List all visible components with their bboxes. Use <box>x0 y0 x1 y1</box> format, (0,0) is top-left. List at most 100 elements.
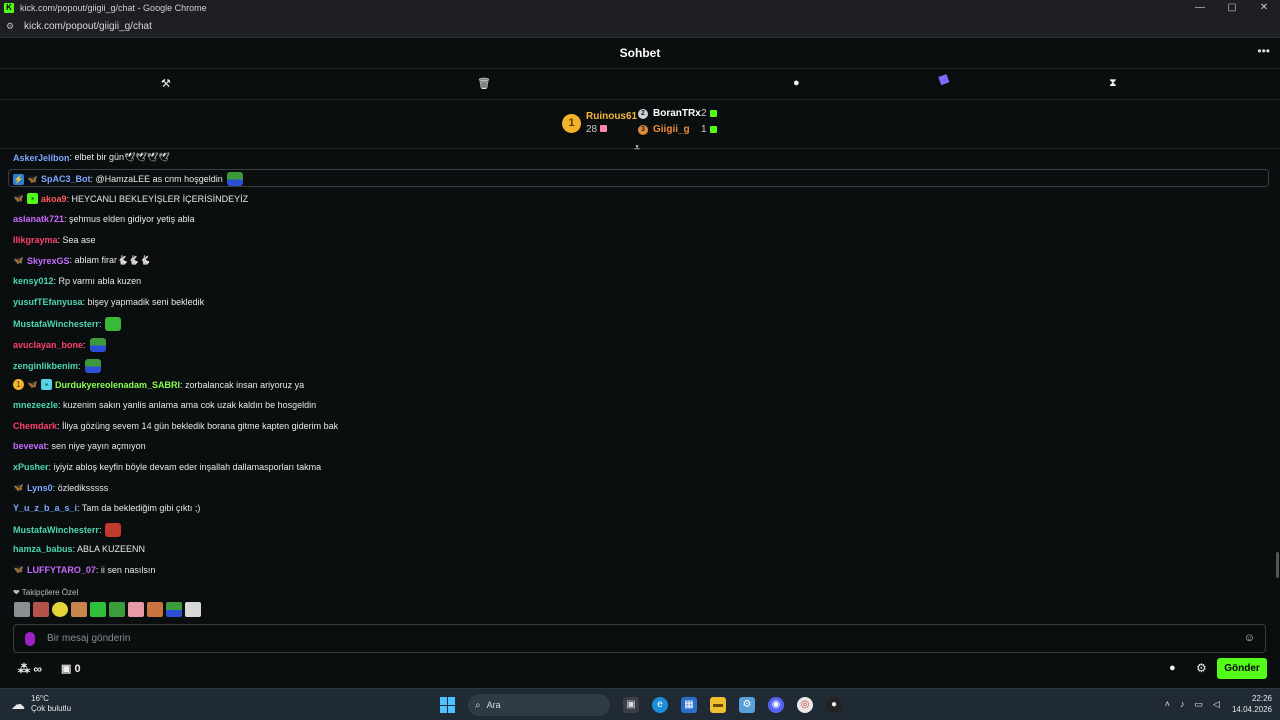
chat-message[interactable]: aslanatk721: şehmus elden gidiyor yetiş … <box>13 214 195 224</box>
clock-time: 22:26 <box>1251 694 1272 703</box>
windows-start-icon[interactable] <box>440 697 456 713</box>
send-button[interactable]: Gönder <box>1217 658 1267 679</box>
chat-message[interactable]: MustafaWinchesterr: <box>13 317 122 331</box>
leaderboard-first[interactable]: 1 Ruinous61 28 <box>562 111 637 135</box>
chevron-up-icon[interactable]: ˄ <box>1165 699 1170 709</box>
points-icon[interactable]: ⁂ ∞ <box>18 662 42 676</box>
chat-message[interactable]: 🦋 LUFFYTARO_07: ii sen nasılsın <box>13 564 156 575</box>
leaderboard-third[interactable]: 3 Giigii_g 1 <box>638 124 717 135</box>
username[interactable]: SpAC3_Bot <box>41 174 91 184</box>
chat-message[interactable]: kensy012: Rp varmı abla kuzen <box>13 276 141 286</box>
slow-mode-hourglass-icon[interactable]: ⧗ <box>1109 77 1117 90</box>
username[interactable]: Ilikgrayma <box>13 235 58 245</box>
chat-scrollbar[interactable] <box>1276 552 1279 578</box>
pepe-emote-icon[interactable] <box>166 602 182 617</box>
username[interactable]: LUFFYTARO_07 <box>27 565 96 575</box>
chat-message[interactable]: Y_u_z_b_a_s_i: Tam da beklediğim gibi çı… <box>13 503 200 513</box>
username[interactable]: SkyrexGS <box>27 256 70 266</box>
edge-icon[interactable]: e <box>652 697 668 713</box>
chat-message[interactable]: AskerJelibon: elbet bir gün🕊🕊🕊🕊 <box>13 152 170 163</box>
chat-message[interactable]: MustafaWinchesterr: <box>13 523 122 537</box>
chat-messages[interactable]: AskerJelibon: elbet bir gün🕊🕊🕊🕊 ⚡ 🦋 SpAC3… <box>0 150 1280 584</box>
pig-emote-icon[interactable] <box>128 602 144 617</box>
chat-message-input[interactable] <box>47 633 1207 644</box>
maximize-button[interactable]: ▢ <box>1216 0 1248 16</box>
dance-emote-icon[interactable] <box>90 602 106 617</box>
chat-message[interactable]: hamza_babus: ABLA KUZEENN <box>13 544 145 554</box>
chat-message[interactable]: yusufTEfanyusa: bişey yapmadik seni bekl… <box>13 297 204 307</box>
chat-message[interactable]: avuclayan_bone: <box>13 338 106 352</box>
network-icon[interactable]: ▭ <box>1195 699 1204 710</box>
task-view-icon[interactable]: ▣ <box>623 697 639 713</box>
discord-icon[interactable]: ◉ <box>768 697 784 713</box>
more-options-icon[interactable]: ••• <box>1257 44 1270 58</box>
address-bar[interactable]: ⚙ kick.com/popout/giigii_g/chat <box>0 16 1280 38</box>
emoji-emote-icon[interactable] <box>52 602 68 617</box>
microphone-icon[interactable] <box>25 631 35 646</box>
username[interactable]: xPusher <box>13 462 49 472</box>
followers-emote-tray <box>14 602 204 617</box>
username[interactable]: Y_u_z_b_a_s_i <box>13 503 77 513</box>
weather-condition: Çok bulutlu <box>31 704 72 713</box>
chat-message[interactable]: Ilikgrayma: Sea ase <box>13 235 96 245</box>
gift-count[interactable]: ▣ 0 <box>61 662 81 675</box>
leaderboard-second[interactable]: 2 BoranTRx 2 <box>638 108 717 119</box>
chat-bubble-icon[interactable]: ● <box>793 77 800 89</box>
face-emote-icon[interactable] <box>33 602 49 617</box>
settings-app-icon[interactable]: ⚙ <box>739 697 755 713</box>
weather-widget[interactable]: ☁ 16°C Çok bulutlu <box>11 694 71 714</box>
username[interactable]: MustafaWinchesterr <box>13 319 99 329</box>
username[interactable]: zenginlikbenim <box>13 361 78 371</box>
url-text[interactable]: kick.com/popout/giigii_g/chat <box>24 21 152 32</box>
username[interactable]: bevevat <box>13 441 47 451</box>
ban-hammer-icon[interactable]: ⚒ <box>161 77 171 90</box>
clock[interactable]: 22:26 14.04.2026 <box>1232 693 1272 715</box>
microphone-tray-icon[interactable]: ♪ <box>1180 699 1185 709</box>
chrome-icon[interactable]: ◎ <box>797 697 813 713</box>
obs-icon[interactable]: ● <box>826 697 842 713</box>
chat-message[interactable]: mnezeezle: kuzenim sakın yanlis anlama a… <box>13 400 316 410</box>
store-icon[interactable]: ▦ <box>681 697 697 713</box>
chat-message[interactable]: zenginlikbenim: <box>13 359 101 373</box>
username[interactable]: AskerJelibon <box>13 153 70 163</box>
username[interactable]: yusufTEfanyusa <box>13 297 83 307</box>
chat-message[interactable]: bevevat: sen niye yayın açmıyon <box>13 441 146 451</box>
volume-icon[interactable]: ◁ <box>1213 699 1220 710</box>
chat-message[interactable]: ⚡ 🦋 SpAC3_Bot: @HamzaLEE as cnm hoşgeldin <box>13 172 243 186</box>
chat-message[interactable]: 🦋 Lyns0: özlediksssss <box>13 482 109 493</box>
chat-message[interactable]: 🦋 ▪ akoa9: HEYCANLI BEKLEYİŞLER İÇERİSİND… <box>13 193 248 204</box>
taskbar-search[interactable]: ⌕ Ara <box>468 694 610 716</box>
username[interactable]: aslanatk721 <box>13 214 64 224</box>
chat-input-box[interactable]: ☺ <box>13 624 1266 653</box>
leaderboard-first-name: Ruinous61 <box>586 111 638 122</box>
username[interactable]: Lyns0 <box>27 483 53 493</box>
girl-emote-icon[interactable] <box>71 602 87 617</box>
site-settings-icon[interactable]: ⚙ <box>6 21 20 32</box>
cat-emote-icon[interactable] <box>14 602 30 617</box>
chat-message[interactable]: 1 🦋 ▪ Durdukyereolenadam_SABRI: zorbalanca… <box>13 379 304 390</box>
chat-message[interactable]: 🦋 SkyrexGS: ablam firar🐇🐇🐇 <box>13 255 151 266</box>
username[interactable]: mnezeezle <box>13 400 58 410</box>
username[interactable]: akoa9 <box>41 194 67 204</box>
person-emote-icon[interactable] <box>147 602 163 617</box>
username[interactable]: avuclayan_bone <box>13 340 83 350</box>
file-explorer-icon[interactable]: ▬ <box>710 697 726 713</box>
chat-message[interactable]: xPusher: iyiyiz abloş keyfin böyle devam… <box>13 462 321 472</box>
chat-settings-bubble-icon[interactable]: ● <box>1169 662 1176 674</box>
username[interactable]: kensy012 <box>13 276 54 286</box>
username[interactable]: hamza_babus <box>13 544 73 554</box>
username[interactable]: MustafaWinchesterr <box>13 525 99 535</box>
close-button[interactable]: ✕ <box>1248 0 1280 16</box>
pepe-wave-emote-icon[interactable] <box>109 602 125 617</box>
dancer-emote-icon[interactable] <box>185 602 201 617</box>
message-text: : <box>98 525 102 535</box>
username[interactable]: Chemdark <box>13 421 57 431</box>
subscriber-badge-icon: ▪ <box>27 193 38 204</box>
emoji-picker-icon[interactable]: ☺ <box>1244 632 1255 644</box>
clear-chat-trash-icon[interactable]: 🗑 <box>477 77 491 90</box>
username[interactable]: Durdukyereolenadam_SABRI <box>55 380 180 390</box>
leaderboard-second-count: 2 <box>701 108 707 119</box>
minimize-button[interactable]: — <box>1184 0 1216 16</box>
chat-message[interactable]: Chemdark: İliya gözüng sevem 14 gün bekl… <box>13 421 338 431</box>
settings-gear-icon[interactable]: ⚙ <box>1196 661 1207 675</box>
